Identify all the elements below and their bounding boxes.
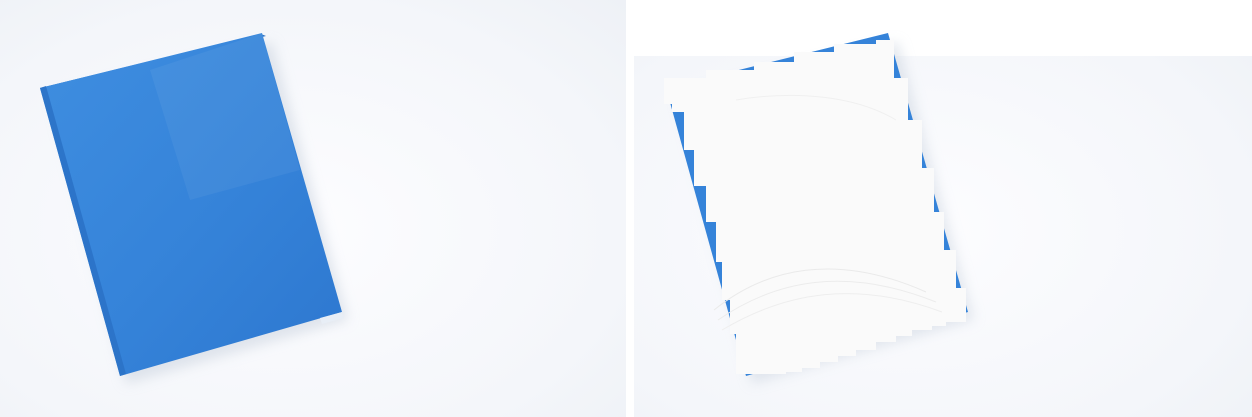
white-overlay <box>664 40 966 374</box>
left-image-panel <box>0 0 626 417</box>
notebook-photo <box>40 33 348 384</box>
image-comparison <box>0 0 1252 417</box>
masked-notebook-photo <box>664 33 974 384</box>
right-image-panel <box>626 0 1252 417</box>
